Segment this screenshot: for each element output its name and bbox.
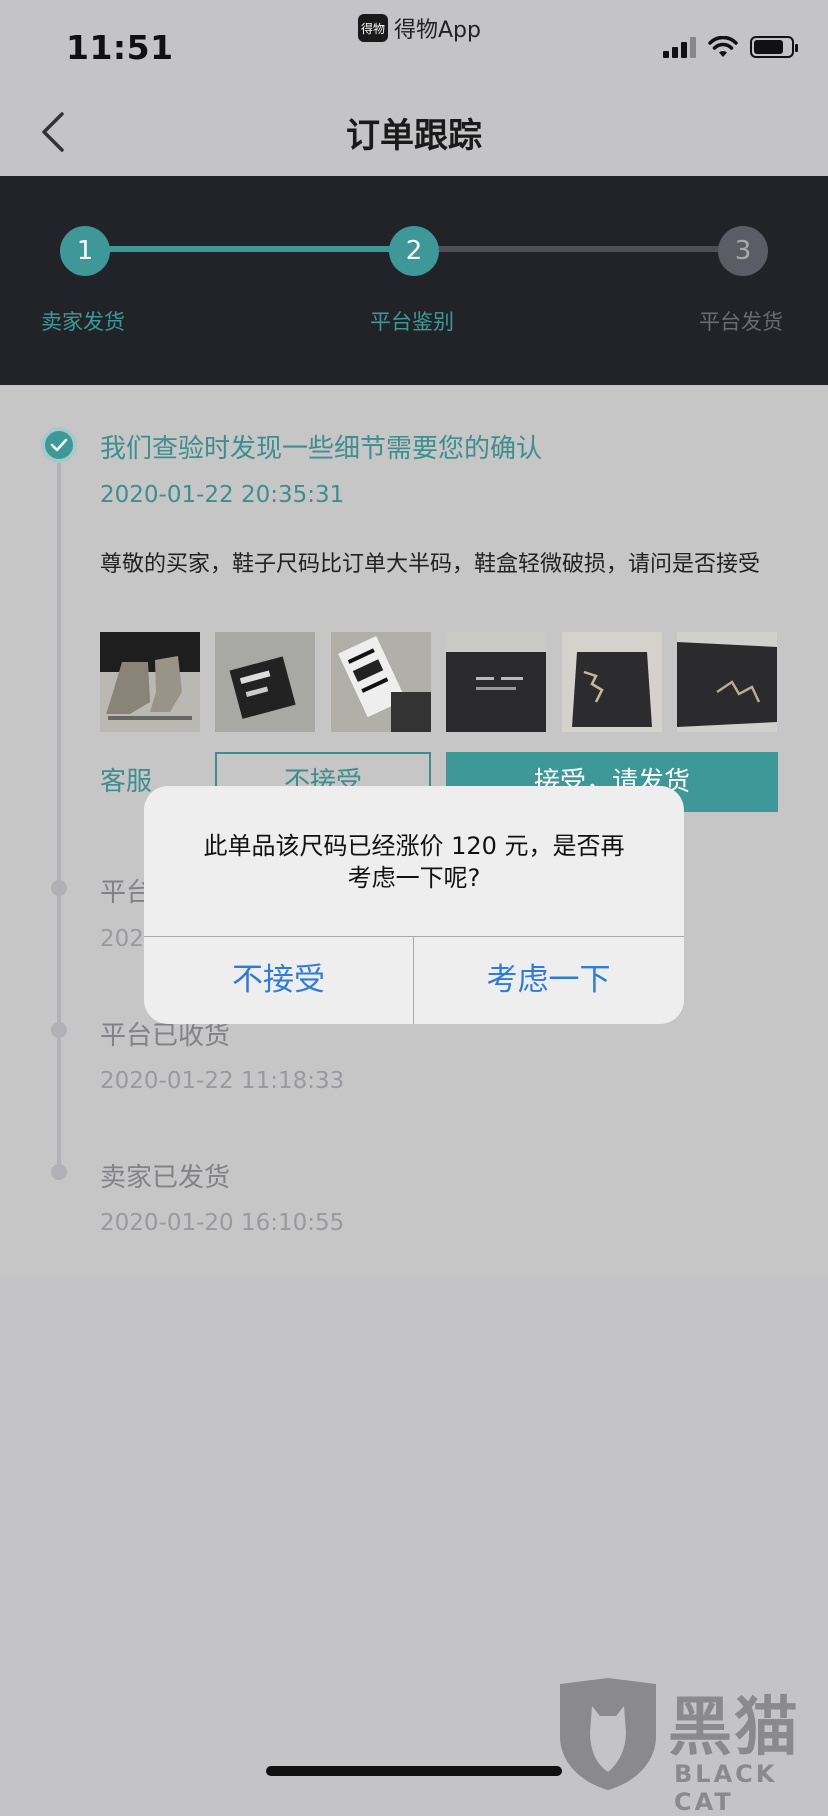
progress-panel: [0, 176, 828, 385]
inspection-photo[interactable]: [562, 632, 662, 732]
step-1-circle: 1: [60, 226, 110, 276]
event-time: 202: [100, 926, 144, 952]
step-2-circle: 2: [389, 226, 439, 276]
status-time: 11:51: [66, 28, 174, 67]
timeline-dot: [51, 1164, 67, 1180]
event-title: 卖家已发货: [100, 1163, 231, 1193]
check-icon: [41, 427, 77, 463]
dialog-reject-button[interactable]: 不接受: [144, 936, 413, 1024]
step-3-label: 平台发货: [699, 310, 783, 334]
timeline-line: [57, 452, 61, 1172]
step-2-label: 平台鉴别: [370, 310, 454, 334]
home-indicator[interactable]: [266, 1766, 562, 1776]
event-time: 2020-01-20 16:10:55: [100, 1210, 345, 1236]
event-time: 2020-01-22 11:18:33: [100, 1068, 345, 1094]
dialog-reconsider-button[interactable]: 考虑一下: [414, 936, 683, 1024]
dialog-message: 此单品该尺码已经涨价 120 元，是否再 考虑一下呢?: [144, 830, 684, 894]
timeline-dot: [51, 880, 67, 896]
dialog-message-line: 考虑一下呢?: [347, 864, 481, 892]
inspection-photo[interactable]: [677, 632, 777, 732]
inspection-photo[interactable]: [446, 632, 546, 732]
progress-line-done: [85, 246, 415, 252]
wifi-icon: [708, 36, 738, 57]
black-cat-logo-icon: [560, 1678, 656, 1790]
timeline-dot: [51, 1022, 67, 1038]
status-app-name: 得物App: [394, 18, 481, 43]
signal-icon: [663, 36, 696, 58]
inspection-photo[interactable]: [215, 632, 315, 732]
event-time: 2020-01-22 20:35:31: [100, 482, 345, 508]
page-title: 订单跟踪: [346, 116, 482, 156]
step-1-label: 卖家发货: [41, 310, 125, 334]
battery-icon: [750, 36, 798, 58]
event-title: 我们查验时发现一些细节需要您的确认: [100, 434, 543, 464]
progress-line-pending: [415, 246, 743, 252]
event-description: 尊敬的买家，鞋子尺码比订单大半码，鞋盒轻微破损，请问是否接受: [100, 552, 761, 577]
inspection-photo[interactable]: [100, 632, 200, 732]
status-icons: [663, 36, 798, 58]
dialog-message-line: 此单品该尺码已经涨价 120 元，是否再: [203, 832, 625, 860]
watermark-subtext: BLACK CAT: [674, 1760, 778, 1816]
price-alert-dialog: 此单品该尺码已经涨价 120 元，是否再 考虑一下呢? 不接受 考虑一下: [144, 786, 684, 1024]
inspection-photo[interactable]: [331, 632, 431, 732]
watermark-text: 黑猫: [668, 1691, 800, 1765]
app-logo-icon: 得物: [358, 14, 388, 42]
step-3-circle: 3: [718, 226, 768, 276]
status-app-indicator: 得物 得物App: [358, 12, 481, 44]
